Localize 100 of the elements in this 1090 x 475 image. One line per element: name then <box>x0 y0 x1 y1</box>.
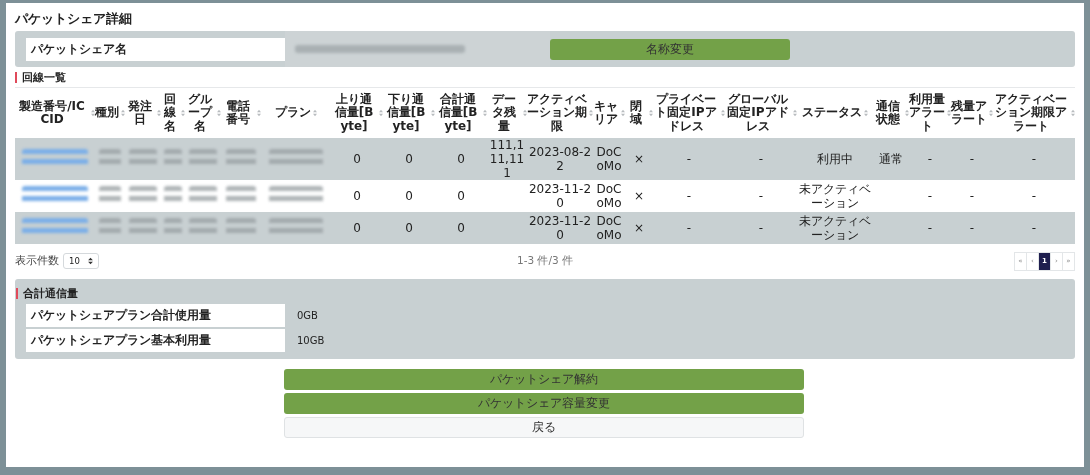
column-header[interactable]: 通信状態 <box>873 99 903 127</box>
table-cell: 0 <box>457 152 465 166</box>
blurred-link[interactable] <box>21 148 89 167</box>
blurred-text <box>268 217 324 236</box>
column-header[interactable]: 種別 <box>95 106 119 120</box>
table-cell: - <box>969 189 975 203</box>
sort-icon[interactable] <box>947 109 951 117</box>
blurred-text <box>129 185 157 204</box>
column-header[interactable]: 下り通信量[Byte] <box>383 92 429 134</box>
column-header[interactable]: 残量アラート <box>951 99 987 127</box>
table-cell: - <box>1031 189 1037 203</box>
table-cell: 0 <box>353 152 361 166</box>
sort-icon[interactable] <box>1071 109 1075 117</box>
table-cell: × <box>633 221 645 235</box>
column-header[interactable]: 電話番号 <box>221 99 255 127</box>
sort-icon[interactable] <box>649 109 653 117</box>
blurred-text <box>189 217 217 236</box>
action-button[interactable]: 戻る <box>284 417 804 438</box>
field-value: 10GB <box>297 335 325 346</box>
column-header[interactable]: 上り通信量[Byte] <box>331 92 377 134</box>
table-cell: - <box>927 221 933 235</box>
sort-icon[interactable] <box>121 109 125 117</box>
column-header[interactable]: 利用量アラート <box>909 92 945 134</box>
blurred-text <box>268 185 324 204</box>
table-cell: 利用中 <box>817 152 853 166</box>
column-header[interactable]: 回線名 <box>161 92 179 134</box>
sort-icon[interactable] <box>523 109 527 117</box>
blurred-link[interactable] <box>21 185 89 204</box>
column-header[interactable]: プラン <box>275 106 311 120</box>
blurred-text <box>164 217 182 236</box>
sort-icon[interactable] <box>91 109 95 117</box>
table-cell: 2023-11-20 <box>528 182 592 210</box>
sort-icon[interactable] <box>483 109 487 117</box>
table-cell: DoCoMo <box>596 182 622 210</box>
table-cell: DoCoMo <box>596 214 622 242</box>
blurred-text <box>98 217 122 236</box>
sort-icon[interactable] <box>589 109 593 117</box>
blurred-text <box>98 148 122 167</box>
sort-icon[interactable] <box>721 109 725 117</box>
sort-icon[interactable] <box>313 109 317 117</box>
column-header[interactable]: グループ名 <box>185 92 215 134</box>
table-cell: - <box>686 152 692 166</box>
table-cell: 111,111,111 <box>489 138 525 180</box>
sort-icon[interactable] <box>157 109 161 117</box>
column-header[interactable]: キャリア <box>593 99 619 127</box>
sort-icon[interactable] <box>864 109 868 117</box>
column-header[interactable]: プライベート固定IPアドレス <box>653 92 719 134</box>
blurred-text <box>225 185 257 204</box>
blurred-text <box>129 148 157 167</box>
table-cell: 未アクティベーション <box>799 214 871 242</box>
action-button[interactable]: パケットシェア解約 <box>284 369 804 390</box>
column-header[interactable]: 合計通信量[Byte] <box>435 92 481 134</box>
blurred-link[interactable] <box>21 217 89 236</box>
caret-icon <box>87 257 93 265</box>
table-cell: 未アクティベーション <box>799 182 871 210</box>
column-header[interactable]: アクティベーション期限アラート <box>993 92 1069 134</box>
section-heading: 合計通信量 <box>16 288 1064 299</box>
sort-icon[interactable] <box>217 109 221 117</box>
column-header[interactable]: 発注日 <box>125 99 155 127</box>
table-cell: 0 <box>457 221 465 235</box>
page-size-select[interactable]: 10 <box>63 253 99 269</box>
table-cell: DoCoMo <box>596 145 622 173</box>
table-cell: - <box>686 189 692 203</box>
field-label: パケットシェアプラン合計使用量 <box>26 304 285 327</box>
sort-icon[interactable] <box>905 109 909 117</box>
column-header[interactable]: データ残量 <box>487 92 521 134</box>
table-cell: 0 <box>457 189 465 203</box>
blurred-text <box>164 185 182 204</box>
column-header[interactable]: 閉域 <box>625 99 647 127</box>
column-header[interactable]: グローバル固定IPアドレス <box>725 92 791 134</box>
sort-icon[interactable] <box>181 109 185 117</box>
table-cell: - <box>927 152 933 166</box>
blurred-text <box>225 148 257 167</box>
rename-button[interactable]: 名称変更 <box>550 38 790 60</box>
column-header[interactable]: 製造番号/ICCID <box>15 99 89 127</box>
page-title: パケットシェア詳細 <box>15 10 133 28</box>
sort-icon[interactable] <box>431 109 435 117</box>
table-cell: - <box>927 189 933 203</box>
blurred-text <box>268 148 324 167</box>
field-label: パケットシェアプラン基本利用量 <box>26 329 285 352</box>
sort-icon[interactable] <box>989 109 993 117</box>
sort-icon[interactable] <box>257 109 261 117</box>
field-label: パケットシェア名 <box>26 37 285 61</box>
action-button[interactable]: パケットシェア容量変更 <box>284 393 804 414</box>
table-cell: - <box>758 189 764 203</box>
blurred-text <box>98 185 122 204</box>
table-cell: 0 <box>353 221 361 235</box>
table-cell: - <box>1031 221 1037 235</box>
blurred-text <box>129 217 157 236</box>
sort-icon[interactable] <box>379 109 383 117</box>
column-header[interactable]: ステータス <box>802 106 862 120</box>
field-value: 0GB <box>297 310 318 321</box>
table-cell: × <box>633 152 645 166</box>
sort-icon[interactable] <box>621 109 625 117</box>
blurred-text <box>225 217 257 236</box>
page-size-label: 表示件数 <box>15 254 59 268</box>
column-header[interactable]: アクティベーション期限 <box>527 92 587 134</box>
blurred-text <box>189 185 217 204</box>
record-count: 1-3 件/3 件 <box>516 254 573 268</box>
sort-icon[interactable] <box>793 109 797 117</box>
